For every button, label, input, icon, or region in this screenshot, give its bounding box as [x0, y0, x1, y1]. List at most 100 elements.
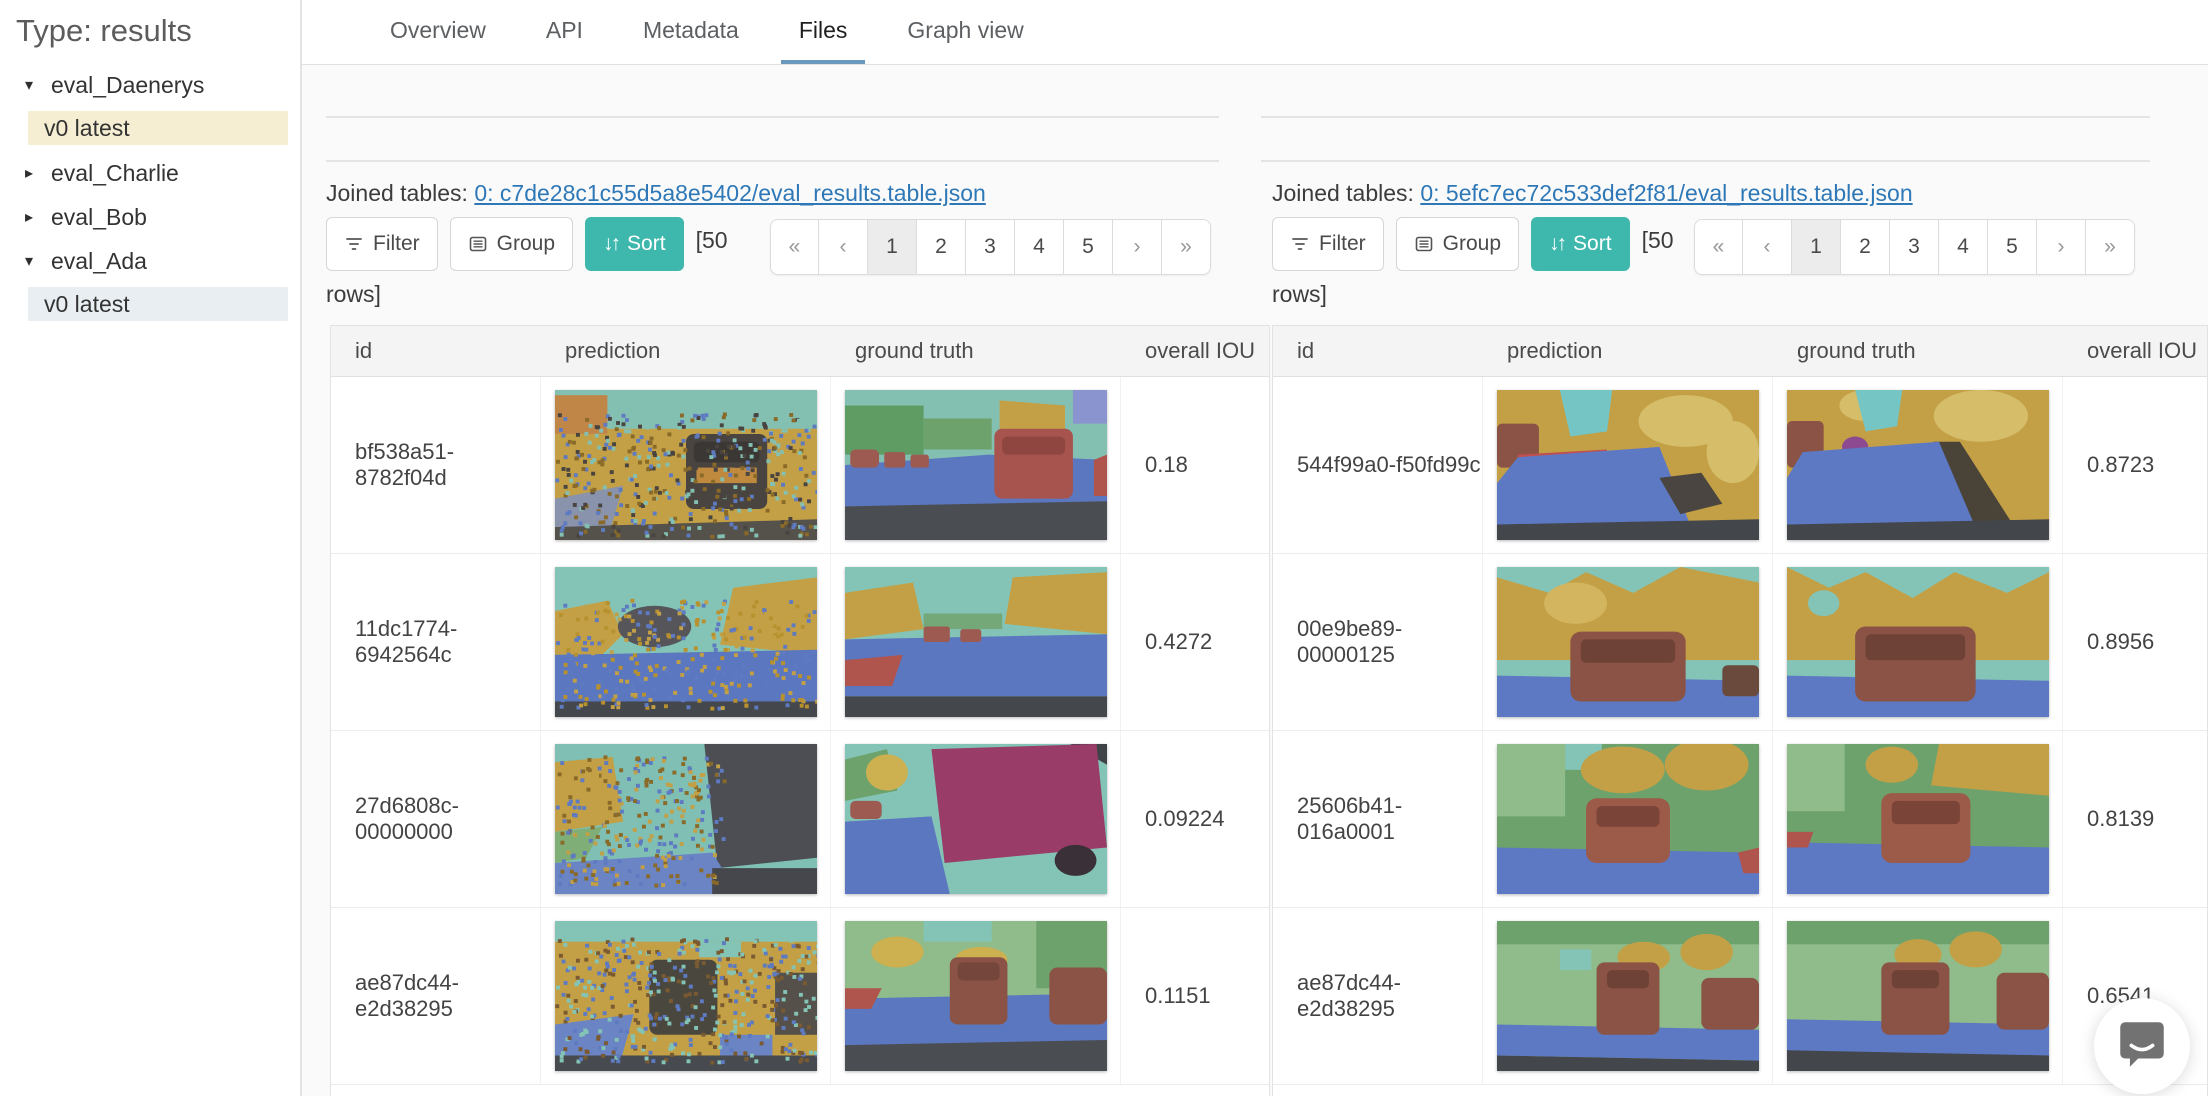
caret-down-icon[interactable]: ▾ [20, 251, 38, 271]
prediction-image[interactable] [1497, 390, 1759, 540]
sort-icon: ↓↑ [1549, 232, 1567, 255]
column-header-prediction[interactable]: prediction [541, 326, 831, 376]
controls-left: Filter Group ↓↑ Sort [50 rows] [1272, 217, 1717, 321]
page-2-button[interactable]: 2 [1841, 219, 1890, 275]
cell-overall-iou: 0.8139 [2087, 806, 2155, 831]
controls-left: Filter Group ↓↑ Sort [50 rows] [326, 217, 771, 321]
divider [326, 160, 1219, 162]
cell-ground-truth [831, 731, 1121, 907]
ground-truth-image[interactable] [1787, 744, 2049, 894]
sidebar-title: Type: results [16, 13, 192, 48]
table-row: 25606b41-016a0001 0.8139 [1273, 731, 2207, 908]
column-header-ground-truth[interactable]: ground truth [831, 326, 1121, 376]
divider [326, 116, 1219, 118]
artifact-name: eval_Ada [51, 247, 147, 274]
page-1-button[interactable]: 1 [1792, 219, 1841, 275]
ground-truth-image[interactable] [845, 744, 1107, 894]
panel-headers: Joined tables: 0: c7de28c1c55d5a8e5402/e… [302, 65, 2208, 317]
filter-button[interactable]: Filter [1272, 217, 1384, 271]
tab-overview[interactable]: Overview [372, 0, 504, 64]
column-header-overall-iou[interactable]: overall IOU [1121, 326, 1269, 376]
cell-prediction [1483, 908, 1773, 1084]
prediction-image[interactable] [555, 390, 817, 540]
prediction-image[interactable] [555, 921, 817, 1071]
cell-overall-iou: 0.8723 [2087, 452, 2155, 477]
cell-ground-truth [831, 377, 1121, 553]
filter-button[interactable]: Filter [326, 217, 438, 271]
group-button[interactable]: Group [449, 217, 574, 271]
version-item[interactable]: v0 latest [28, 287, 288, 321]
pager-nav-button[interactable]: › [2037, 219, 2086, 275]
panel-header-right: Joined tables: 0: 5efc7ec72c533def2f81/e… [1255, 65, 2208, 317]
cell-prediction [541, 908, 831, 1084]
column-header-ground-truth[interactable]: ground truth [1773, 326, 2063, 376]
version-item[interactable]: v0 latest [28, 111, 288, 145]
prediction-image[interactable] [1497, 567, 1759, 717]
page-4-button[interactable]: 4 [1939, 219, 1988, 275]
cell-ground-truth [831, 908, 1121, 1084]
pager-nav-button[interactable]: › [1113, 219, 1162, 275]
cell-prediction [541, 554, 831, 730]
cell-ground-truth [831, 554, 1121, 730]
chat-widget-button[interactable] [2094, 998, 2190, 1094]
caret-down-icon[interactable]: ▾ [20, 75, 38, 95]
tab-api[interactable]: API [528, 0, 601, 64]
sort-button[interactable]: ↓↑ Sort [1531, 217, 1630, 271]
ground-truth-image[interactable] [845, 921, 1107, 1071]
group-button[interactable]: Group [1395, 217, 1520, 271]
group-label: Group [1442, 232, 1502, 255]
cell-prediction [1483, 731, 1773, 907]
sidebar-item-eval_ada[interactable]: ▾ eval_Ada [0, 239, 300, 283]
column-header-id[interactable]: id [1273, 326, 1483, 376]
cell-id: 25606b41-016a0001 [1273, 731, 1483, 907]
ground-truth-image[interactable] [1787, 567, 2049, 717]
page-4-button[interactable]: 4 [1015, 219, 1064, 275]
page-2-button[interactable]: 2 [917, 219, 966, 275]
artifact-tree: ▾ eval_Daenerys v0 latest ▸ eval_Charlie ▸ eva… [0, 63, 300, 321]
sidebar-item-eval_charlie[interactable]: ▸ eval_Charlie [0, 151, 300, 195]
column-header-prediction[interactable]: prediction [1483, 326, 1773, 376]
pager-nav-button[interactable]: » [1162, 219, 1211, 275]
cell-id: 00e9be89-00000125 [1273, 554, 1483, 730]
sort-label: Sort [1573, 232, 1612, 255]
pager-nav-button[interactable]: « [770, 219, 819, 275]
page-5-button[interactable]: 5 [1064, 219, 1113, 275]
ground-truth-image[interactable] [845, 390, 1107, 540]
tab-files[interactable]: Files [780, 0, 866, 64]
cell-overall-iou: 0.8956 [2087, 629, 2155, 654]
chat-bubble-icon [2113, 1015, 2171, 1078]
caret-right-icon[interactable]: ▸ [20, 163, 38, 183]
joined-table-link[interactable]: 0: 5efc7ec72c533def2f81/eval_results.tab… [1420, 180, 1912, 206]
sidebar-item-eval_bob[interactable]: ▸ eval_Bob [0, 195, 300, 239]
filter-icon [1290, 234, 1310, 254]
ground-truth-image[interactable] [1787, 921, 2049, 1071]
joined-table-link[interactable]: 0: c7de28c1c55d5a8e5402/eval_results.tab… [474, 180, 986, 206]
pager-nav-button[interactable]: » [2086, 219, 2135, 275]
pager-nav-button[interactable]: ‹ [1743, 219, 1792, 275]
sort-button[interactable]: ↓↑ Sort [585, 217, 684, 271]
page-3-button[interactable]: 3 [1890, 219, 1939, 275]
cell-id: ae87dc44-e2d38295 [331, 908, 541, 1084]
column-header-overall-iou[interactable]: overall IOU [2063, 326, 2207, 376]
pager-nav-button[interactable]: « [1694, 219, 1743, 275]
pager-nav-button[interactable]: ‹ [819, 219, 868, 275]
prediction-image[interactable] [1497, 744, 1759, 894]
page-3-button[interactable]: 3 [966, 219, 1015, 275]
tab-graph-view[interactable]: Graph view [889, 0, 1041, 64]
results-table-left: id prediction ground truth overall IOU bf538… [330, 325, 1270, 1096]
tab-metadata[interactable]: Metadata [625, 0, 757, 64]
prediction-image[interactable] [555, 744, 817, 894]
page-5-button[interactable]: 5 [1988, 219, 2037, 275]
tables-row: id prediction ground truth overall IOU bf538… [330, 325, 2208, 1096]
ground-truth-image[interactable] [845, 567, 1107, 717]
column-header-id[interactable]: id [331, 326, 541, 376]
cell-prediction [1483, 377, 1773, 553]
prediction-image[interactable] [1497, 921, 1759, 1071]
prediction-image[interactable] [555, 567, 817, 717]
caret-right-icon[interactable]: ▸ [20, 207, 38, 227]
table-controls: Filter Group ↓↑ Sort [50 rows] «‹ 1 2 3 4 5 ›» [1272, 217, 2150, 317]
table-row: ae87dc44-e2d38295 0.6541 [1273, 908, 2207, 1085]
page-1-button[interactable]: 1 [868, 219, 917, 275]
ground-truth-image[interactable] [1787, 390, 2049, 540]
sidebar-item-eval_daenerys[interactable]: ▾ eval_Daenerys [0, 63, 300, 107]
